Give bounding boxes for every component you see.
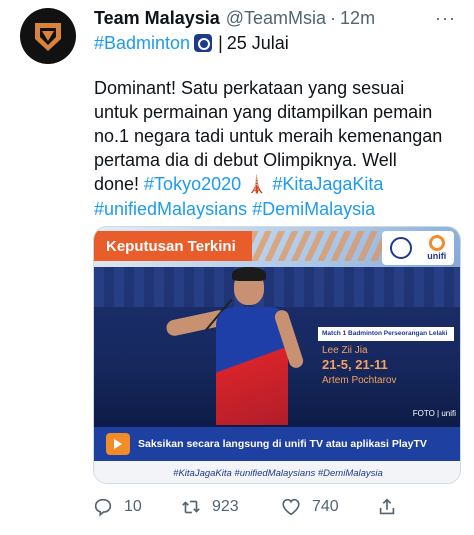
tweet-line: done! #Tokyo2020 🗼 #KitaJagaKita [94, 172, 464, 197]
card-headline: Keputusan Terkini [106, 237, 236, 255]
winner-name: Lee Zii Jia [322, 345, 368, 356]
more-icon[interactable]: ··· [435, 8, 456, 29]
tagline-date: 25 Julai [226, 32, 289, 53]
tweet-line: #unifiedMalaysians #DemiMalaysia [94, 197, 464, 221]
sponsor-logos: unifi [382, 231, 454, 265]
unifi-logo-icon [428, 235, 445, 251]
hashtag-unifiedmalaysians[interactable]: #unifiedMalaysians [94, 199, 247, 219]
retweet-button[interactable]: 923 [180, 496, 280, 518]
play-tv-icon [106, 433, 130, 455]
tweet-tagline: #Badminton | 25 Julai [94, 30, 289, 56]
reply-icon [94, 498, 112, 517]
retweet-icon [182, 500, 200, 514]
tweet-header: Team Malaysia @TeamMsia · 12m ··· [94, 6, 460, 30]
photo-credit: FOTO | unifi [412, 409, 456, 418]
match-score: 21-5, 21-11 [322, 357, 388, 372]
headline-stripe [252, 231, 382, 261]
hashtag-tokyo2020[interactable]: #Tokyo2020 [144, 174, 241, 194]
author-name[interactable]: Team Malaysia [94, 8, 220, 29]
score-panel: Match 1 Badminton Perseorangan Lelaki Le… [318, 327, 454, 391]
heart-icon [282, 498, 300, 516]
tweet-time[interactable]: 12m [340, 8, 375, 29]
tweet-line: untuk permainan yang ditampilkan pemain [94, 102, 433, 122]
match-photo: Keputusan Terkini unifi Match 1 Badminto… [94, 227, 460, 427]
media-card[interactable]: Keputusan Terkini unifi Match 1 Badminto… [93, 226, 461, 484]
reply-count: 10 [124, 498, 142, 515]
tweet-body: Dominant! Satu perkataan yang sesuai unt… [94, 76, 464, 221]
promo-bar: Saksikan secara langsung di unifi TV ata… [94, 427, 460, 461]
like-count: 740 [312, 498, 339, 515]
headline-bar: Keputusan Terkini [94, 231, 252, 261]
player-hair [232, 267, 266, 281]
retweet-count: 923 [212, 498, 239, 515]
card-footer-text: #KitaJagaKita #unifiedMalaysians #DemiMa… [173, 467, 383, 479]
tweet-actions: 10 923 740 [92, 494, 464, 520]
hashtag-kitajagakita[interactable]: #KitaJagaKita [272, 174, 383, 194]
opponent-name: Artem Pochtarov [322, 375, 397, 386]
avatar[interactable] [20, 8, 76, 64]
tokyo2020-emblem-icon [389, 237, 412, 259]
hashtag-demimalaysia[interactable]: #DemiMalaysia [252, 199, 375, 219]
team-malaysia-logo-icon [35, 23, 61, 51]
share-icon [379, 498, 395, 515]
like-button[interactable]: 740 [280, 496, 376, 518]
match-label: Match 1 Badminton Perseorangan Lelaki [318, 327, 454, 341]
tweet-line: pertama dia di debut Olimpiknya. Well [94, 150, 397, 170]
promo-text: Saksikan secara langsung di unifi TV ata… [138, 438, 427, 450]
tagline-separator: | [218, 32, 223, 53]
separator-dot: · [330, 7, 337, 28]
tweet-line: no.1 negara tadi untuk meraih kemenangan [94, 126, 443, 146]
unifi-logo-text: unifi [427, 251, 447, 261]
tokyo-tower-emoji: 🗼 [246, 175, 268, 194]
badminton-icon [194, 34, 213, 52]
tweet-line: Dominant! Satu perkataan yang sesuai [94, 78, 405, 98]
tweet-line-text: done! [94, 174, 145, 194]
card-footer-tags: #KitaJagaKita #unifiedMalaysians #DemiMa… [94, 461, 460, 483]
hashtag-badminton[interactable]: #Badminton [94, 33, 190, 54]
author-handle[interactable]: @TeamMsia [226, 8, 326, 29]
share-button[interactable] [376, 496, 408, 518]
player-figure [165, 267, 316, 427]
reply-button[interactable]: 10 [92, 496, 180, 518]
unifi-logo: unifi [427, 235, 446, 261]
